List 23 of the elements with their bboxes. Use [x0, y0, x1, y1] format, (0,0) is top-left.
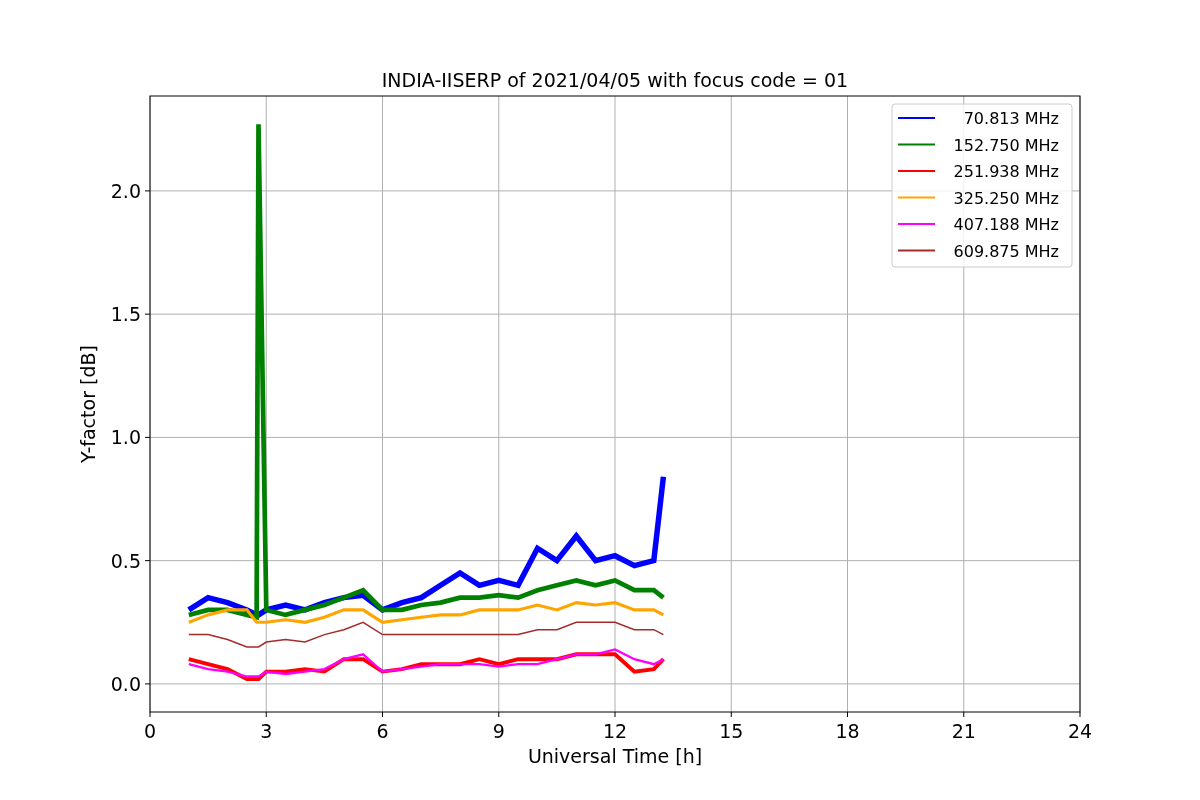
y-tick-label: 1.0 [110, 426, 141, 449]
legend-label: 152.750 MHz [953, 135, 1059, 155]
y-tick-label: 2.0 [110, 179, 141, 202]
x-tick-label: 21 [951, 720, 976, 742]
legend-label: 70.813 MHz [963, 109, 1059, 128]
y-tick-label: 1.5 [110, 303, 141, 326]
legend-label: 609.875 MHz [953, 241, 1059, 261]
x-tick-label: 24 [1067, 720, 1093, 742]
legend-label: 407.188 MHz [953, 215, 1059, 234]
x-tick-label: 18 [835, 720, 860, 742]
x-tick-label: 3 [260, 720, 273, 742]
x-tick-label: 9 [492, 720, 505, 742]
chart-title: INDIA-IISERP of 2021/04/05 with focus code = 01 [381, 69, 849, 91]
y-axis-label: Y-factor [dB] [77, 345, 99, 463]
y-tick-label: 0.5 [110, 549, 141, 572]
x-axis-label: Universal Time [h] [527, 745, 703, 767]
x-tick-label: 15 [719, 720, 744, 742]
x-tick-label: 12 [602, 720, 628, 742]
x-tick-label: 6 [376, 720, 389, 742]
legend-label: 325.250 MHz [953, 188, 1059, 208]
y-tick-label: 0.0 [110, 672, 141, 695]
legend-label: 251.938 MHz [953, 162, 1059, 181]
x-tick-label: 0 [143, 720, 157, 742]
